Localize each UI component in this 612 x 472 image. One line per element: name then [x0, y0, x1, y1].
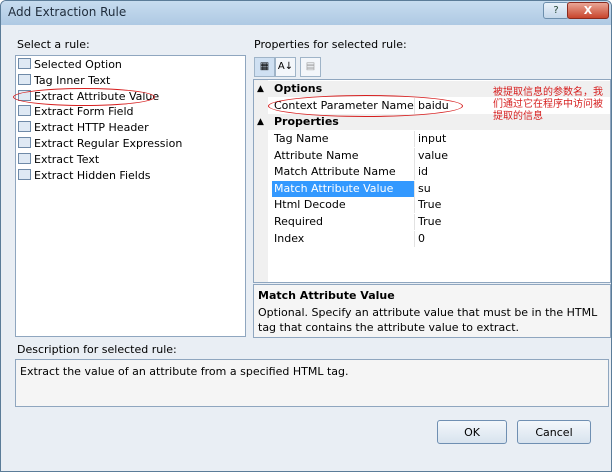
column-divider: [414, 164, 415, 181]
rule-icon: [18, 121, 31, 133]
dialog-window: Add Extraction Rule ? X Select a rule: S…: [0, 0, 612, 472]
title-bar: Add Extraction Rule ? X: [1, 1, 611, 25]
rule-item[interactable]: Tag Inner Text: [18, 73, 110, 88]
rule-item[interactable]: Extract Regular Expression: [18, 136, 182, 151]
property-description: Match Attribute Value Optional. Specify …: [253, 284, 611, 338]
property-name: Tag Name: [274, 132, 329, 145]
collapse-icon[interactable]: ▲: [257, 81, 264, 97]
column-divider: [414, 180, 415, 197]
rule-item[interactable]: Extract Text: [18, 152, 99, 167]
rule-item[interactable]: Selected Option: [18, 57, 122, 72]
window-title: Add Extraction Rule: [8, 5, 127, 19]
property-row[interactable]: Tag Name input: [268, 131, 610, 148]
property-value[interactable]: su: [418, 181, 431, 197]
rule-item-label: Extract Text: [34, 152, 100, 166]
property-row[interactable]: Match Attribute Name id: [268, 164, 610, 181]
property-name: Match Attribute Value: [274, 181, 394, 195]
category-options-label: Options: [274, 82, 323, 95]
property-row[interactable]: Match Attribute Value su: [268, 180, 610, 198]
description-box: Extract the value of an attribute from a…: [15, 359, 609, 407]
cancel-button[interactable]: Cancel: [517, 420, 591, 444]
rule-item-label: Selected Option: [34, 58, 122, 71]
properties-label: Properties for selected rule:: [254, 38, 407, 51]
categorized-icon[interactable]: ▦: [254, 57, 275, 77]
property-value[interactable]: True: [418, 214, 441, 230]
rule-item-label: Extract Form Field: [34, 105, 134, 119]
select-rule-label: Select a rule:: [17, 38, 90, 51]
rule-icon: [18, 152, 31, 164]
property-value[interactable]: value: [418, 148, 448, 164]
close-button[interactable]: X: [567, 2, 609, 19]
rule-item-label: Extract HTTP Header: [34, 121, 149, 135]
grid-gutter: [254, 80, 268, 282]
rule-item[interactable]: Extract HTTP Header: [18, 120, 149, 135]
property-row[interactable]: Required True: [268, 214, 610, 231]
property-name: Attribute Name: [274, 148, 359, 162]
ok-button[interactable]: OK: [437, 420, 507, 444]
column-divider: [414, 214, 415, 230]
property-name: Index: [274, 231, 305, 245]
rule-item-label: Tag Inner Text: [34, 73, 111, 87]
column-divider: [414, 197, 415, 214]
rule-icon: [18, 137, 31, 148]
help-button[interactable]: ?: [543, 2, 569, 19]
property-row[interactable]: Index 0: [268, 230, 610, 248]
rule-icon: [18, 73, 31, 85]
rule-icon: [18, 58, 31, 69]
property-value[interactable]: True: [418, 197, 441, 213]
property-description-text: Optional. Specify an attribute value tha…: [258, 306, 598, 334]
column-divider: [414, 230, 415, 247]
rule-icon: [18, 168, 31, 180]
property-description-title: Match Attribute Value: [258, 289, 395, 302]
rule-item-label: Extract Regular Expression: [34, 137, 183, 150]
annotation-highlight-rule: [13, 88, 155, 106]
property-value[interactable]: id: [418, 164, 428, 180]
alphabetical-icon[interactable]: A↓: [275, 57, 296, 77]
property-value[interactable]: input: [418, 131, 446, 147]
description-label: Description for selected rule:: [17, 343, 177, 356]
property-name: Match Attribute Name: [274, 165, 396, 179]
property-toolbar: ▦ A↓ ▤: [253, 56, 609, 77]
property-row[interactable]: Attribute Name value: [268, 147, 610, 165]
annotation-note: 被提取信息的参数名，我们通过它在程序中访问被提取的信息: [493, 87, 603, 122]
category-properties-label: Properties: [274, 115, 339, 128]
rule-item[interactable]: Extract Form Field: [18, 104, 134, 119]
annotation-highlight-parameter: [268, 95, 463, 117]
property-value[interactable]: 0: [418, 231, 425, 247]
property-pages-icon[interactable]: ▤: [300, 57, 321, 77]
rule-item-label: Extract Hidden Fields: [34, 168, 151, 182]
column-divider: [414, 147, 415, 164]
property-name: Html Decode: [274, 198, 346, 212]
rule-item[interactable]: Extract Hidden Fields: [18, 168, 151, 183]
rule-icon: [18, 105, 31, 117]
property-row[interactable]: Html Decode True: [268, 197, 610, 214]
property-name: Required: [274, 215, 323, 228]
column-divider: [414, 131, 415, 147]
collapse-icon[interactable]: ▲: [257, 114, 264, 130]
description-text: Extract the value of an attribute from a…: [20, 365, 349, 378]
